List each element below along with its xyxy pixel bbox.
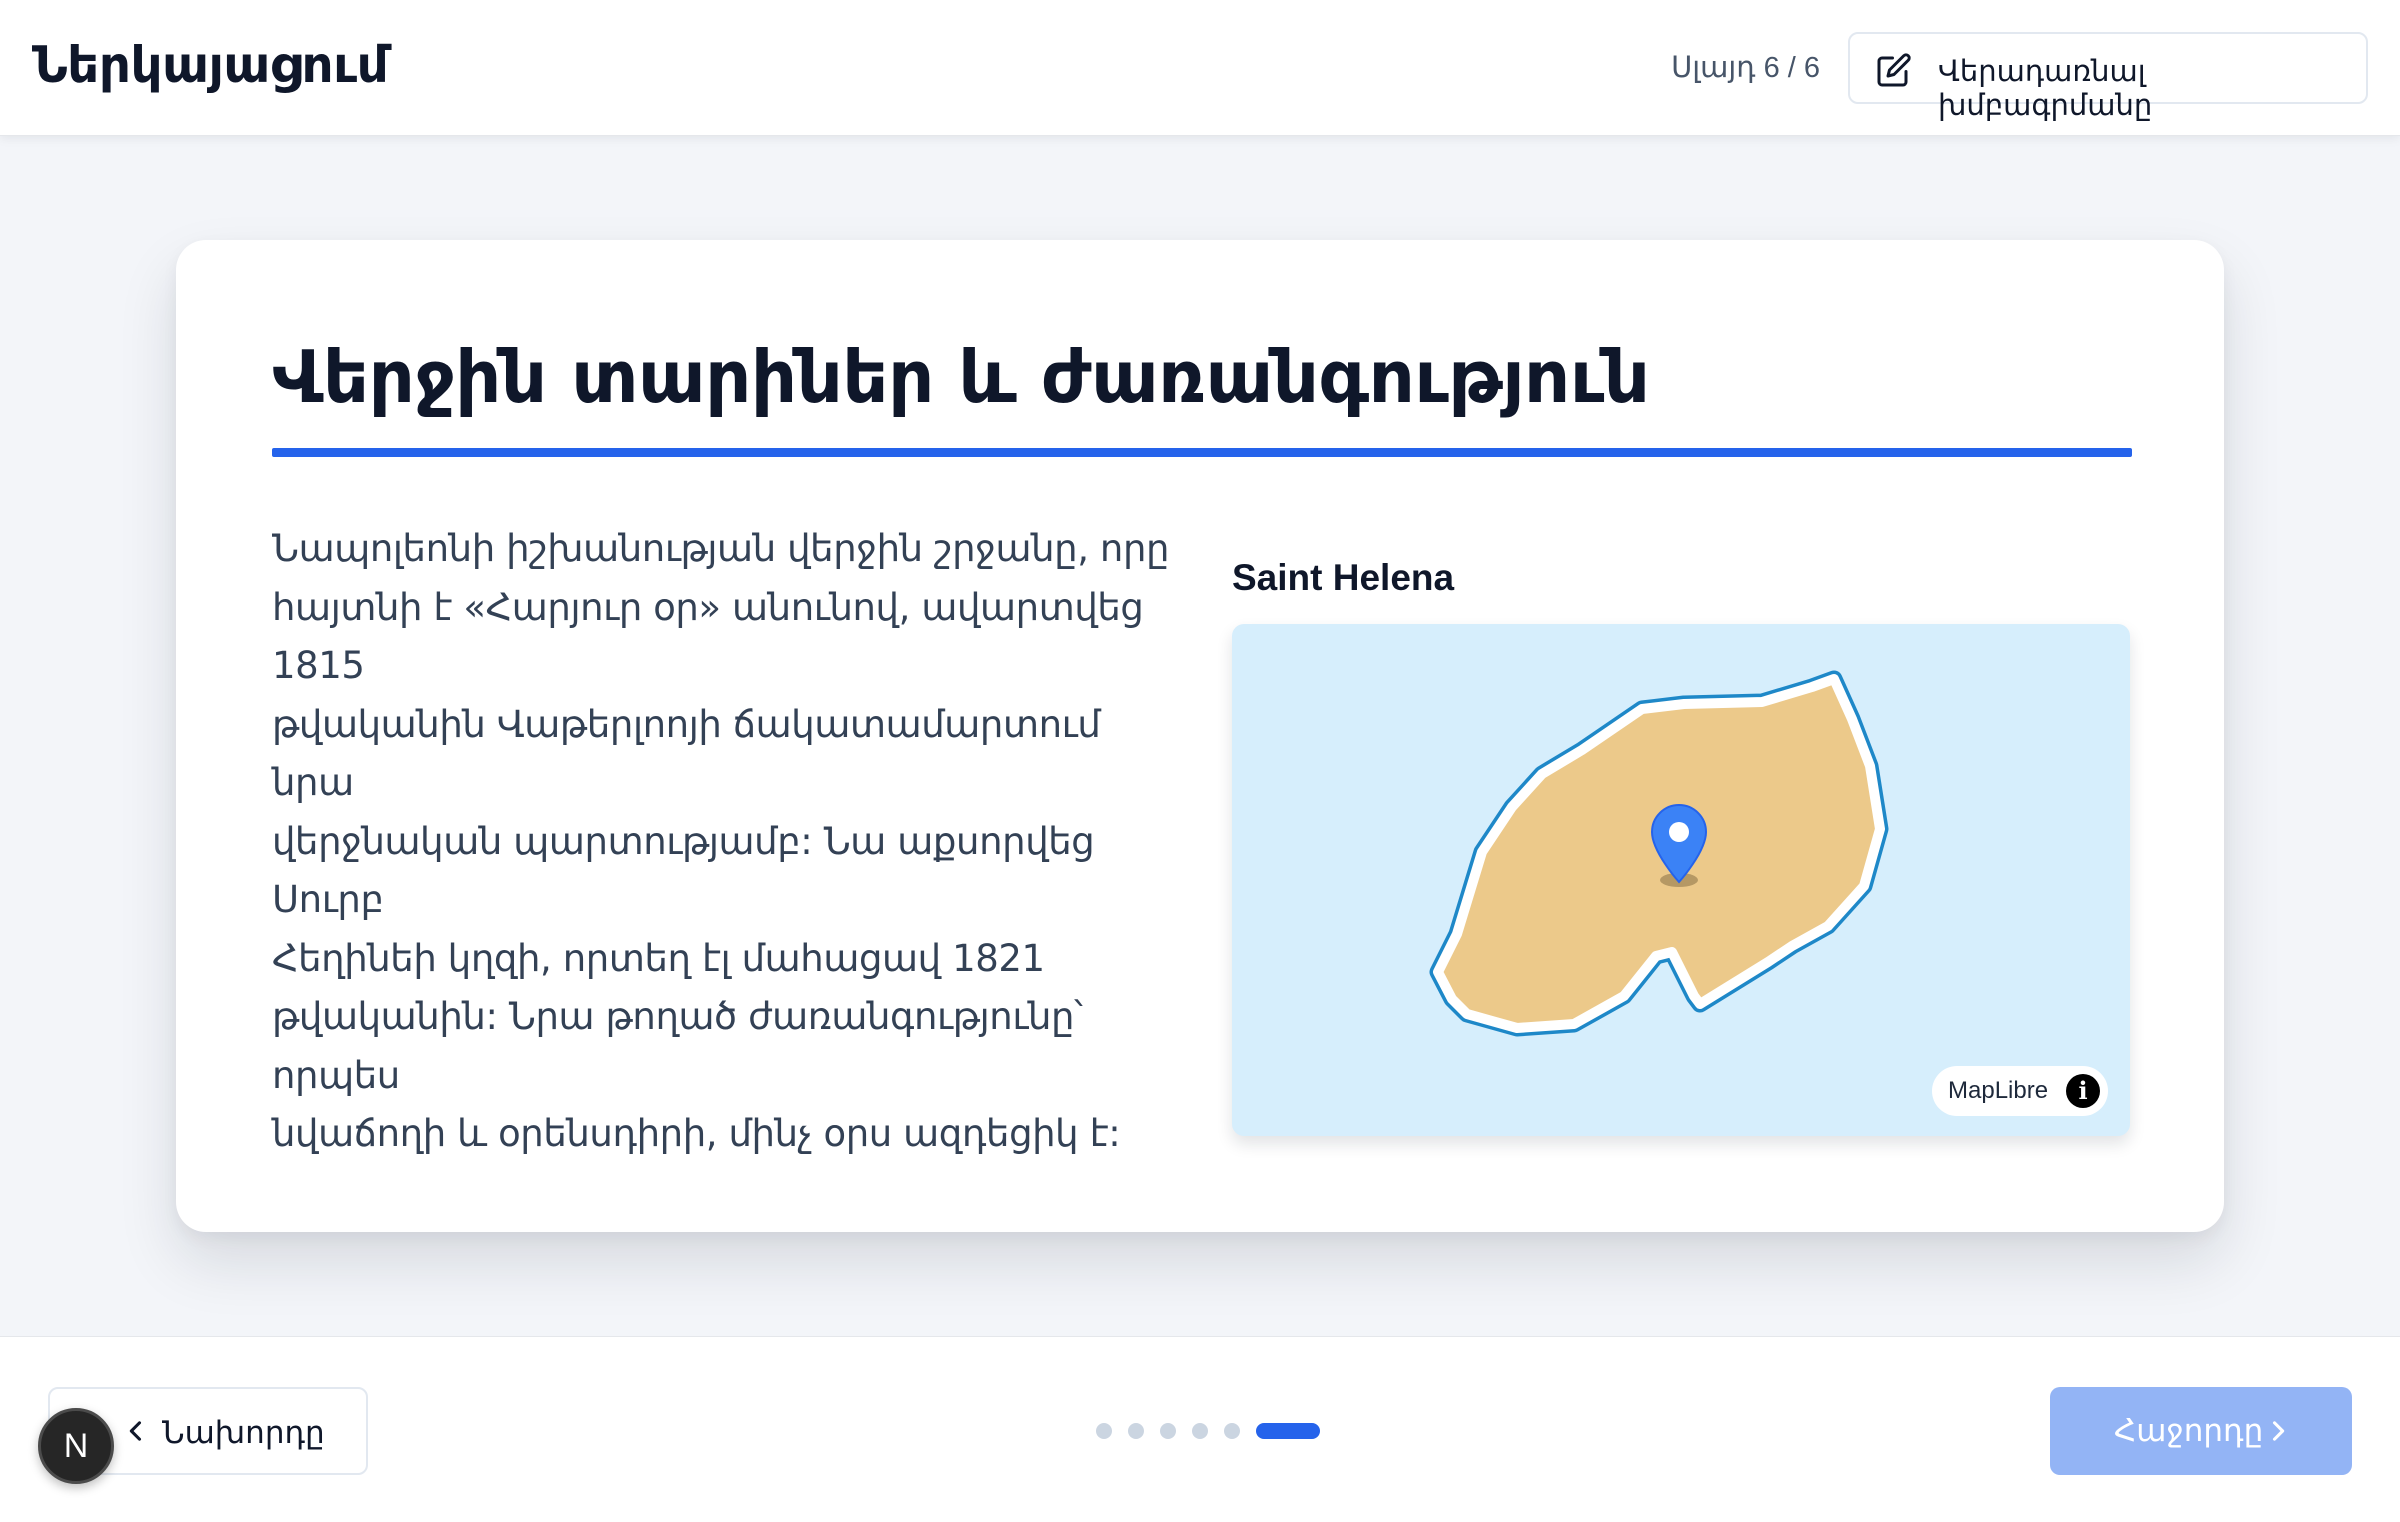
slide-dot-5[interactable] — [1224, 1423, 1240, 1439]
body-line: թվականին Վաթերլոոյի ճակատամարտում նրա — [272, 702, 1101, 805]
chevron-left-icon — [129, 1421, 142, 1441]
slide-dot-4[interactable] — [1192, 1423, 1208, 1439]
top-bar: Ներկայացում Սլայդ 6 / 6 Վերադառնալ խմբագ… — [0, 0, 2400, 136]
next-slide-button[interactable]: Հաջորդը — [2050, 1387, 2352, 1475]
dev-tools-badge[interactable]: N — [38, 1408, 114, 1484]
body-line: Նապոլեոնի իշխանության վերջին շրջանը, որը — [272, 527, 1170, 570]
map-title: Saint Helena — [1232, 557, 1455, 598]
body-line: հայտնի է «Հարյուր օր» անունով, ավարտվեց … — [272, 585, 1144, 688]
back-to-editor-button[interactable]: Վերադառնալ խմբագրմանը — [1848, 32, 2368, 122]
body-line: Հեղինեի կղզի, որտեղ էլ մահացավ 1821 — [272, 936, 1045, 980]
info-icon[interactable]: i — [2066, 1074, 2100, 1108]
map-view[interactable]: MapLibre i — [1232, 624, 2130, 1136]
slide-card: Վերջին տարիներ և ժառանգություն Նապոլեոնի… — [176, 240, 2224, 1232]
back-to-editor-label: Վերադառնալ խմբագրմանը — [1938, 54, 2153, 122]
slide-body-text: Նապոլեոնի իշխանության վերջին շրջանը, որը… — [272, 520, 1182, 1164]
slide-title: Վերջին տարիներ և ժառանգություն — [272, 335, 1650, 419]
slide-dot-2[interactable] — [1128, 1423, 1144, 1439]
body-line: նվաճողի և օրենսդիրի, մինչ օրս ազդեցիկ է: — [272, 1112, 1121, 1155]
bottom-nav: Նախորդը Հաջորդը — [0, 1336, 2400, 1522]
previous-slide-label: Նախորդը — [162, 1415, 325, 1451]
island-shape — [1429, 670, 1889, 1037]
slide-counter: Սլայդ 6 / 6 — [1671, 52, 1820, 84]
next-slide-label: Հաջորդը — [2114, 1413, 2264, 1449]
body-line: թվականին: Նրա թողած ժառանգությունը՝ որպե… — [272, 995, 1083, 1097]
app-title: Ներկայացում — [32, 36, 389, 94]
map-attribution[interactable]: MapLibre i — [1932, 1066, 2108, 1116]
title-underline — [272, 448, 2132, 457]
attribution-label: MapLibre — [1948, 1077, 2049, 1104]
pencil-square-icon — [1877, 53, 1911, 87]
slide-dot-6-active[interactable] — [1256, 1423, 1320, 1439]
body-line: վերջնական պարտությամբ: Նա աքսորվեց Սուրբ — [272, 819, 1095, 922]
slide-dot-1[interactable] — [1096, 1423, 1112, 1439]
slide-dot-3[interactable] — [1160, 1423, 1176, 1439]
chevron-right-icon — [2272, 1421, 2285, 1441]
